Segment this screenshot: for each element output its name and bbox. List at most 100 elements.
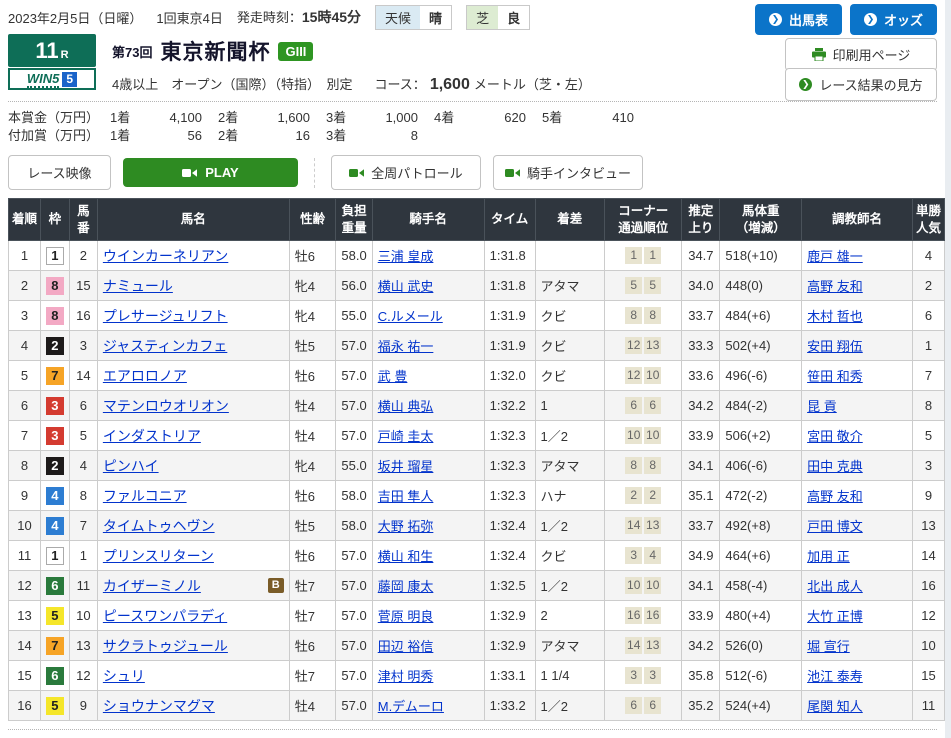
horse-name-link[interactable]: プリンスリターン (103, 548, 214, 564)
jockey-interview-button[interactable]: 騎手インタビュー (493, 155, 643, 190)
horse-name-link[interactable]: シュリ (103, 668, 145, 684)
jockey-link[interactable]: C.ルメール (378, 309, 443, 324)
trainer-link[interactable]: 笹田 和秀 (807, 369, 863, 384)
horse-name-link[interactable]: ピースワンパラディ (103, 608, 227, 624)
jockey-interview-label: 騎手インタビュー (527, 163, 631, 182)
jockey-link[interactable]: 坂井 瑠星 (378, 459, 434, 474)
horse-name-link[interactable]: プレサージュリフト (103, 308, 228, 324)
trainer-link[interactable]: 昆 貢 (807, 399, 837, 414)
trainer-link[interactable]: 高野 友和 (807, 279, 863, 294)
trainer-link[interactable]: 大竹 正博 (807, 609, 863, 624)
jockey-link[interactable]: 武 豊 (378, 369, 408, 384)
horse-name-link[interactable]: ウインカーネリアン (103, 248, 228, 264)
jockey-link[interactable]: 横山 和生 (378, 549, 434, 564)
last3f-cell: 34.2 (682, 631, 720, 661)
jockey-link[interactable]: 藤岡 康太 (378, 579, 434, 594)
waku-cell: 2 (40, 331, 69, 361)
sex-age-cell: 牡4 (289, 421, 336, 451)
horse-name-link[interactable]: マテンロウオリオン (103, 398, 229, 414)
table-row: 948ファルコニア牡658.0吉田 隼人1:32.3ハナ2235.1472(-2… (9, 481, 945, 511)
rank-cell: 16 (9, 691, 41, 721)
trainer-link[interactable]: 高野 友和 (807, 489, 863, 504)
horse-name-link[interactable]: ピンハイ (103, 458, 159, 474)
horse-name-link[interactable]: サクラトゥジュール (103, 638, 228, 654)
shutsuba-button[interactable]: ❯出馬表 (755, 4, 842, 35)
trainer-link[interactable]: 北出 成人 (807, 579, 863, 594)
load-weight-cell: 57.0 (336, 661, 372, 691)
body-weight-cell: 464(+6) (720, 541, 802, 571)
horse-name-link[interactable]: ショウナンマグマ (103, 698, 215, 714)
print-page-button[interactable]: 印刷用ページ (785, 38, 937, 71)
corner-position: 4 (644, 547, 661, 564)
grade-badge: GIII (278, 42, 313, 61)
load-weight-cell: 56.0 (336, 271, 372, 301)
waku-cell: 4 (40, 511, 69, 541)
jockey-link[interactable]: M.デムーロ (378, 699, 444, 714)
divider (8, 101, 937, 102)
horse-number-cell: 8 (69, 481, 97, 511)
race-video-button[interactable]: レース映像 (8, 155, 111, 190)
trainer-link[interactable]: 安田 翔伍 (807, 339, 863, 354)
horse-name-link[interactable]: ファルコニア (103, 488, 187, 504)
jockey-cell: 横山 典弘 (372, 391, 484, 421)
jockey-link[interactable]: 三浦 皇成 (378, 249, 434, 264)
sex-age-cell: 牝4 (289, 301, 336, 331)
odds-button[interactable]: ❯オッズ (850, 4, 937, 35)
load-weight-cell: 57.0 (336, 541, 372, 571)
jockey-link[interactable]: 津村 明秀 (378, 669, 434, 684)
trainer-cell: 高野 友和 (802, 481, 913, 511)
race-title-block: 第73回 東京新聞杯 GIII 4歳以上 オープン（国際）（特指） 別定 コース… (112, 34, 591, 94)
corner-position: 16 (644, 607, 661, 624)
jockey-link[interactable]: 横山 武史 (378, 279, 434, 294)
load-weight-cell: 57.0 (336, 631, 372, 661)
result-guide-button[interactable]: ❯ レース結果の見方 (785, 68, 937, 101)
patrol-video-label: 全周パトロール (371, 163, 462, 182)
waku-badge: 6 (46, 667, 64, 685)
play-button[interactable]: PLAY (123, 158, 298, 187)
trainer-link[interactable]: 戸田 博文 (807, 519, 863, 534)
jockey-link[interactable]: 戸崎 圭太 (378, 429, 434, 444)
trainer-link[interactable]: 田中 克典 (807, 459, 863, 474)
sex-age-cell: 牡4 (289, 691, 336, 721)
jockey-link[interactable]: 大野 拓弥 (378, 519, 434, 534)
horse-name-link[interactable]: ジャスティンカフェ (103, 338, 227, 354)
body-weight-cell: 472(-2) (720, 481, 802, 511)
corner-position: 3 (644, 667, 661, 684)
trainer-link[interactable]: 尾関 知人 (807, 699, 863, 714)
horse-name-link[interactable]: カイザーミノル (103, 578, 201, 594)
trainer-cell: 笹田 和秀 (802, 361, 913, 391)
load-weight-cell: 57.0 (336, 571, 372, 601)
trainer-link[interactable]: 木村 哲也 (807, 309, 863, 324)
horse-name-link[interactable]: インダストリア (103, 428, 201, 444)
trainer-link[interactable]: 池江 泰寿 (807, 669, 863, 684)
win5-number: 5 (62, 72, 77, 87)
horse-name-link[interactable]: エアロロノア (103, 368, 187, 384)
jockey-link[interactable]: 菅原 明良 (378, 609, 434, 624)
horse-name-link[interactable]: タイムトゥヘヴン (103, 518, 215, 534)
waku-cell: 7 (40, 361, 69, 391)
body-weight-cell: 502(+4) (720, 331, 802, 361)
trainer-link[interactable]: 堀 宣行 (807, 639, 850, 654)
trainer-link[interactable]: 鹿戸 雄一 (807, 249, 863, 264)
popularity-cell: 6 (912, 301, 944, 331)
time-cell: 1:32.9 (484, 601, 535, 631)
jockey-link[interactable]: 吉田 隼人 (378, 489, 434, 504)
jockey-link[interactable]: 福永 祐一 (378, 339, 434, 354)
jockey-link[interactable]: 田辺 裕信 (378, 639, 434, 654)
horse-name-cell: インダストリア (97, 421, 289, 451)
trainer-link[interactable]: 加用 正 (807, 549, 850, 564)
table-row: 423ジャスティンカフェ牡557.0福永 祐一1:31.9クビ121333.35… (9, 331, 945, 361)
horse-number-cell: 2 (69, 241, 97, 271)
race-number-badge: 11 R (8, 34, 96, 67)
patrol-video-button[interactable]: 全周パトロール (331, 155, 481, 190)
corner-position: 2 (644, 487, 661, 504)
course-distance: 1,600 (430, 76, 470, 94)
horse-name-cell: タイムトゥヘヴン (97, 511, 289, 541)
video-camera-icon (505, 168, 520, 178)
prize-value: 16 (254, 127, 310, 145)
margin-cell: 2 (535, 601, 604, 631)
corner-position: 6 (625, 397, 642, 414)
jockey-link[interactable]: 横山 典弘 (378, 399, 434, 414)
trainer-link[interactable]: 宮田 敬介 (807, 429, 863, 444)
horse-name-link[interactable]: ナミュール (103, 278, 173, 294)
